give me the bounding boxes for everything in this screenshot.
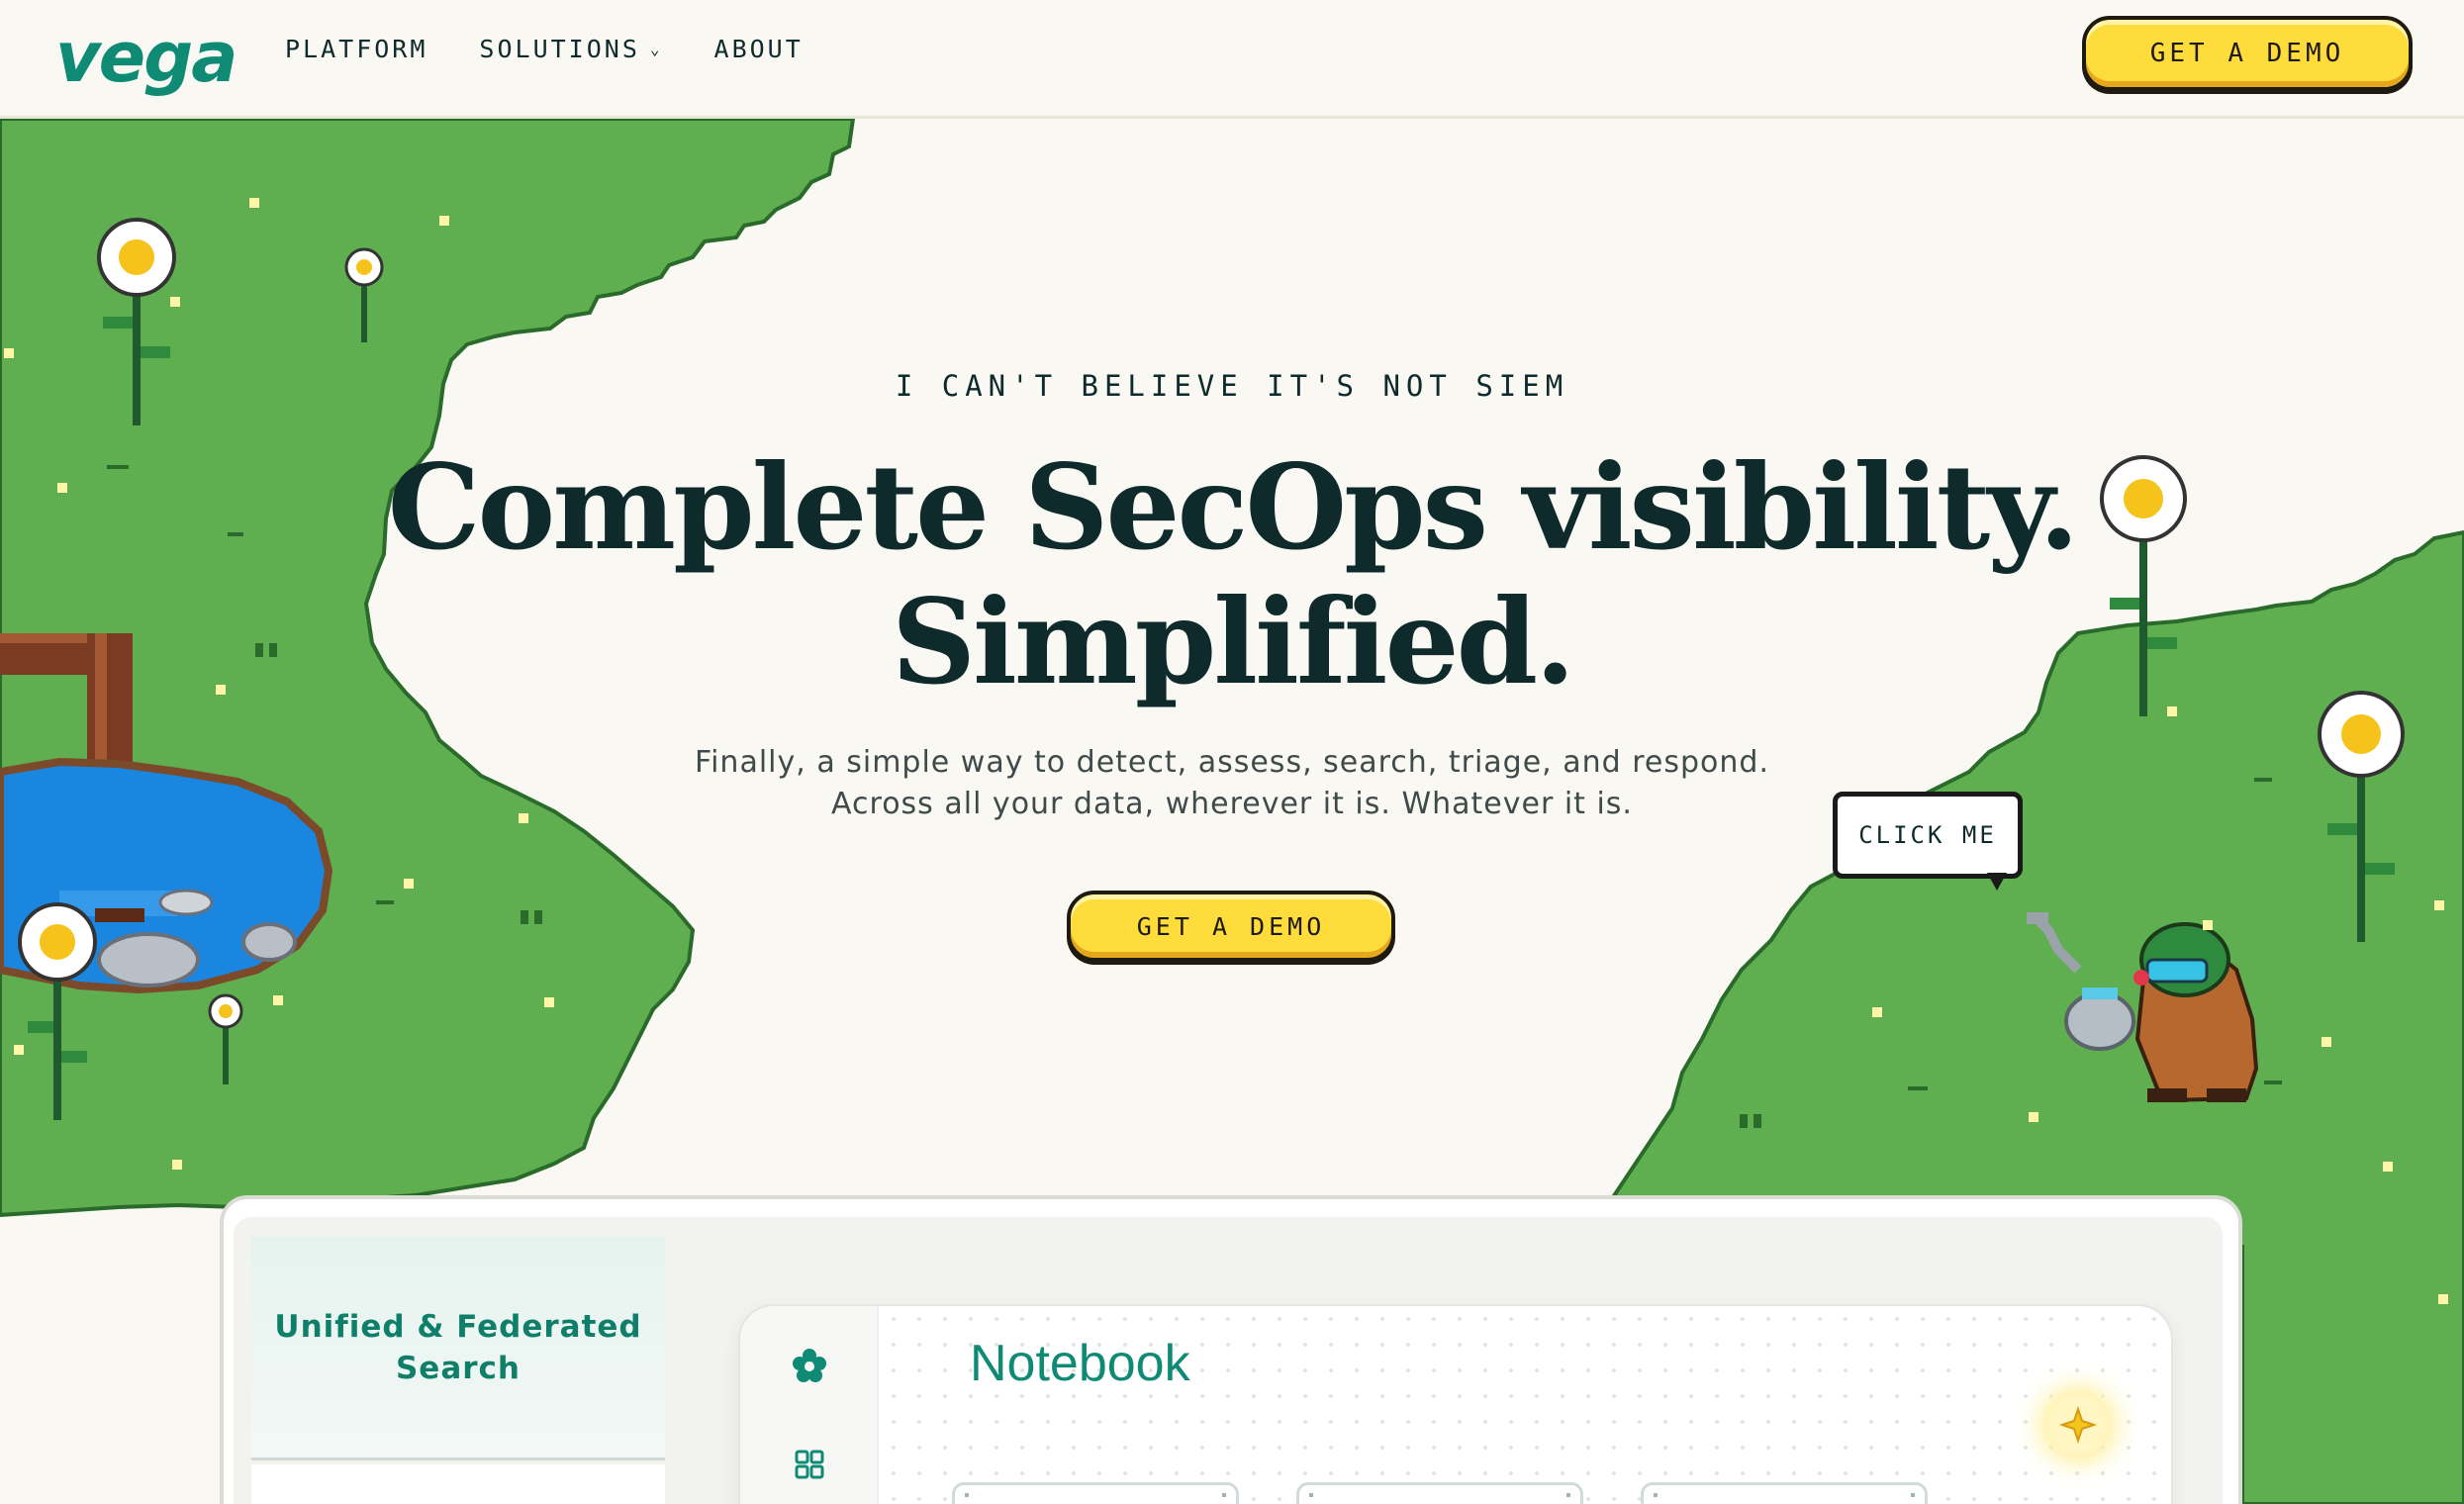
notebook-canvas: Notebook bbox=[881, 1306, 2171, 1504]
tab-next[interactable] bbox=[251, 1464, 665, 1504]
panel-inner: Unified & Federated Search Notebook bbox=[234, 1217, 2223, 1504]
click-me-bubble[interactable]: CLICK ME bbox=[1833, 792, 2023, 879]
app-rail bbox=[740, 1306, 879, 1504]
hero-subtitle-line2: Across all your data, wherever it is. Wh… bbox=[831, 787, 1633, 821]
rock bbox=[158, 889, 214, 916]
hero-title-line2: Simplified. bbox=[891, 573, 1575, 710]
notebook-app-window: Notebook bbox=[738, 1304, 2173, 1504]
rock bbox=[97, 932, 200, 987]
sparkle-icon[interactable] bbox=[2048, 1395, 2108, 1455]
hero-subtitle: Finally, a simple way to detect, assess,… bbox=[539, 742, 1925, 825]
hero-eyebrow: I CAN'T BELIEVE IT'S NOT SIEM bbox=[895, 369, 1569, 403]
nav-platform[interactable]: PLATFORM bbox=[285, 34, 427, 65]
hero-title: Complete SecOps visibility. Simplified. bbox=[341, 440, 2123, 709]
hero-get-demo-button[interactable]: GET A DEMO bbox=[1067, 891, 1395, 962]
header-get-demo-button[interactable]: GET A DEMO bbox=[2082, 16, 2413, 91]
nav-about[interactable]: ABOUT bbox=[714, 34, 804, 65]
hero-title-line1: Complete SecOps visibility. bbox=[387, 438, 2080, 576]
hero-subtitle-line1: Finally, a simple way to detect, assess,… bbox=[695, 745, 1769, 780]
notebook-title: Notebook bbox=[970, 1335, 1190, 1392]
tab-unified-federated-search[interactable]: Unified & Federated Search bbox=[251, 1237, 665, 1460]
notebook-card[interactable] bbox=[1641, 1482, 1928, 1504]
nav-platform-label: PLATFORM bbox=[285, 35, 428, 63]
bubble-tail bbox=[1987, 873, 2007, 891]
nav-solutions[interactable]: SOLUTIONS ⌄ bbox=[479, 34, 662, 65]
notebook-card[interactable] bbox=[1296, 1482, 1583, 1504]
nav-solutions-label: SOLUTIONS bbox=[479, 35, 640, 63]
site-header: vega PLATFORM SOLUTIONS ⌄ ABOUT GET A DE… bbox=[0, 0, 2464, 119]
product-preview-panel: Unified & Federated Search Notebook bbox=[220, 1195, 2242, 1504]
main-nav: PLATFORM SOLUTIONS ⌄ ABOUT bbox=[285, 34, 804, 65]
chevron-down-icon: ⌄ bbox=[649, 40, 663, 58]
vega-logo[interactable]: vega bbox=[55, 18, 237, 97]
grid-icon[interactable] bbox=[790, 1445, 829, 1484]
rock bbox=[241, 922, 297, 962]
notebook-card[interactable] bbox=[952, 1482, 1239, 1504]
nav-about-label: ABOUT bbox=[713, 35, 804, 63]
flower-icon[interactable] bbox=[790, 1346, 829, 1385]
